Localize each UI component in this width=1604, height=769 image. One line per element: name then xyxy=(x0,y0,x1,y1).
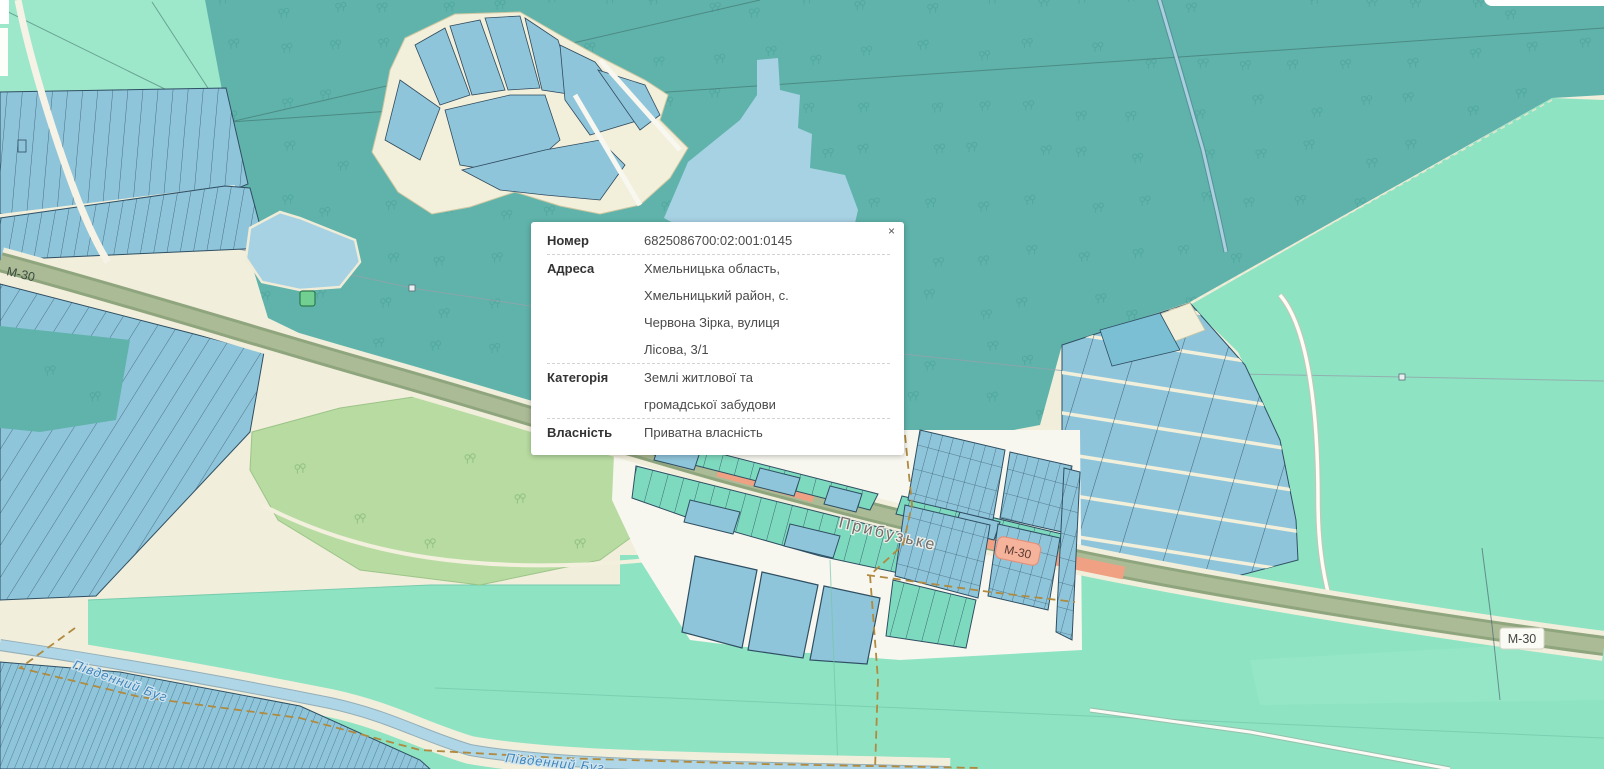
field-value-number: 6825086700:02:001:0145 xyxy=(644,227,826,254)
field-value-category: Землі житлової та громадської забудови xyxy=(644,364,826,418)
road-shield-right: М-30 xyxy=(1500,628,1544,649)
field-value-ownership: Приватна власність xyxy=(644,419,826,446)
cadastral-map-view: М-30 М-30 М-30 Прибузьке Південний Буг П… xyxy=(0,0,1604,769)
field-label-category: Категорія xyxy=(547,364,644,418)
field-label-number: Номер xyxy=(547,227,644,254)
edge-white-top-left xyxy=(0,0,9,24)
popup-row-category: Категорія Землі житлової та громадської … xyxy=(547,364,890,418)
popup-row-ownership: Власність Приватна власність xyxy=(547,419,890,446)
edge-white-notch-top-right xyxy=(1484,0,1604,6)
edge-white-left xyxy=(0,28,8,76)
parcel-info-popup: × Номер 6825086700:02:001:0145 Адреса Хм… xyxy=(531,222,904,455)
popup-close-button[interactable]: × xyxy=(888,225,895,237)
field-label-address: Адреса xyxy=(547,255,644,363)
field-label-ownership: Власність xyxy=(547,419,644,446)
forest-patch-left xyxy=(0,326,130,432)
field-value-address: Хмельницька область, Хмельницький район,… xyxy=(644,255,826,363)
road-label-right: М-30 xyxy=(1508,632,1537,646)
small-parcel-marker xyxy=(18,140,26,152)
popup-row-address: Адреса Хмельницька область, Хмельницький… xyxy=(547,255,890,363)
popup-row-number: Номер 6825086700:02:001:0145 xyxy=(547,227,890,254)
green-area-marker xyxy=(300,291,315,306)
